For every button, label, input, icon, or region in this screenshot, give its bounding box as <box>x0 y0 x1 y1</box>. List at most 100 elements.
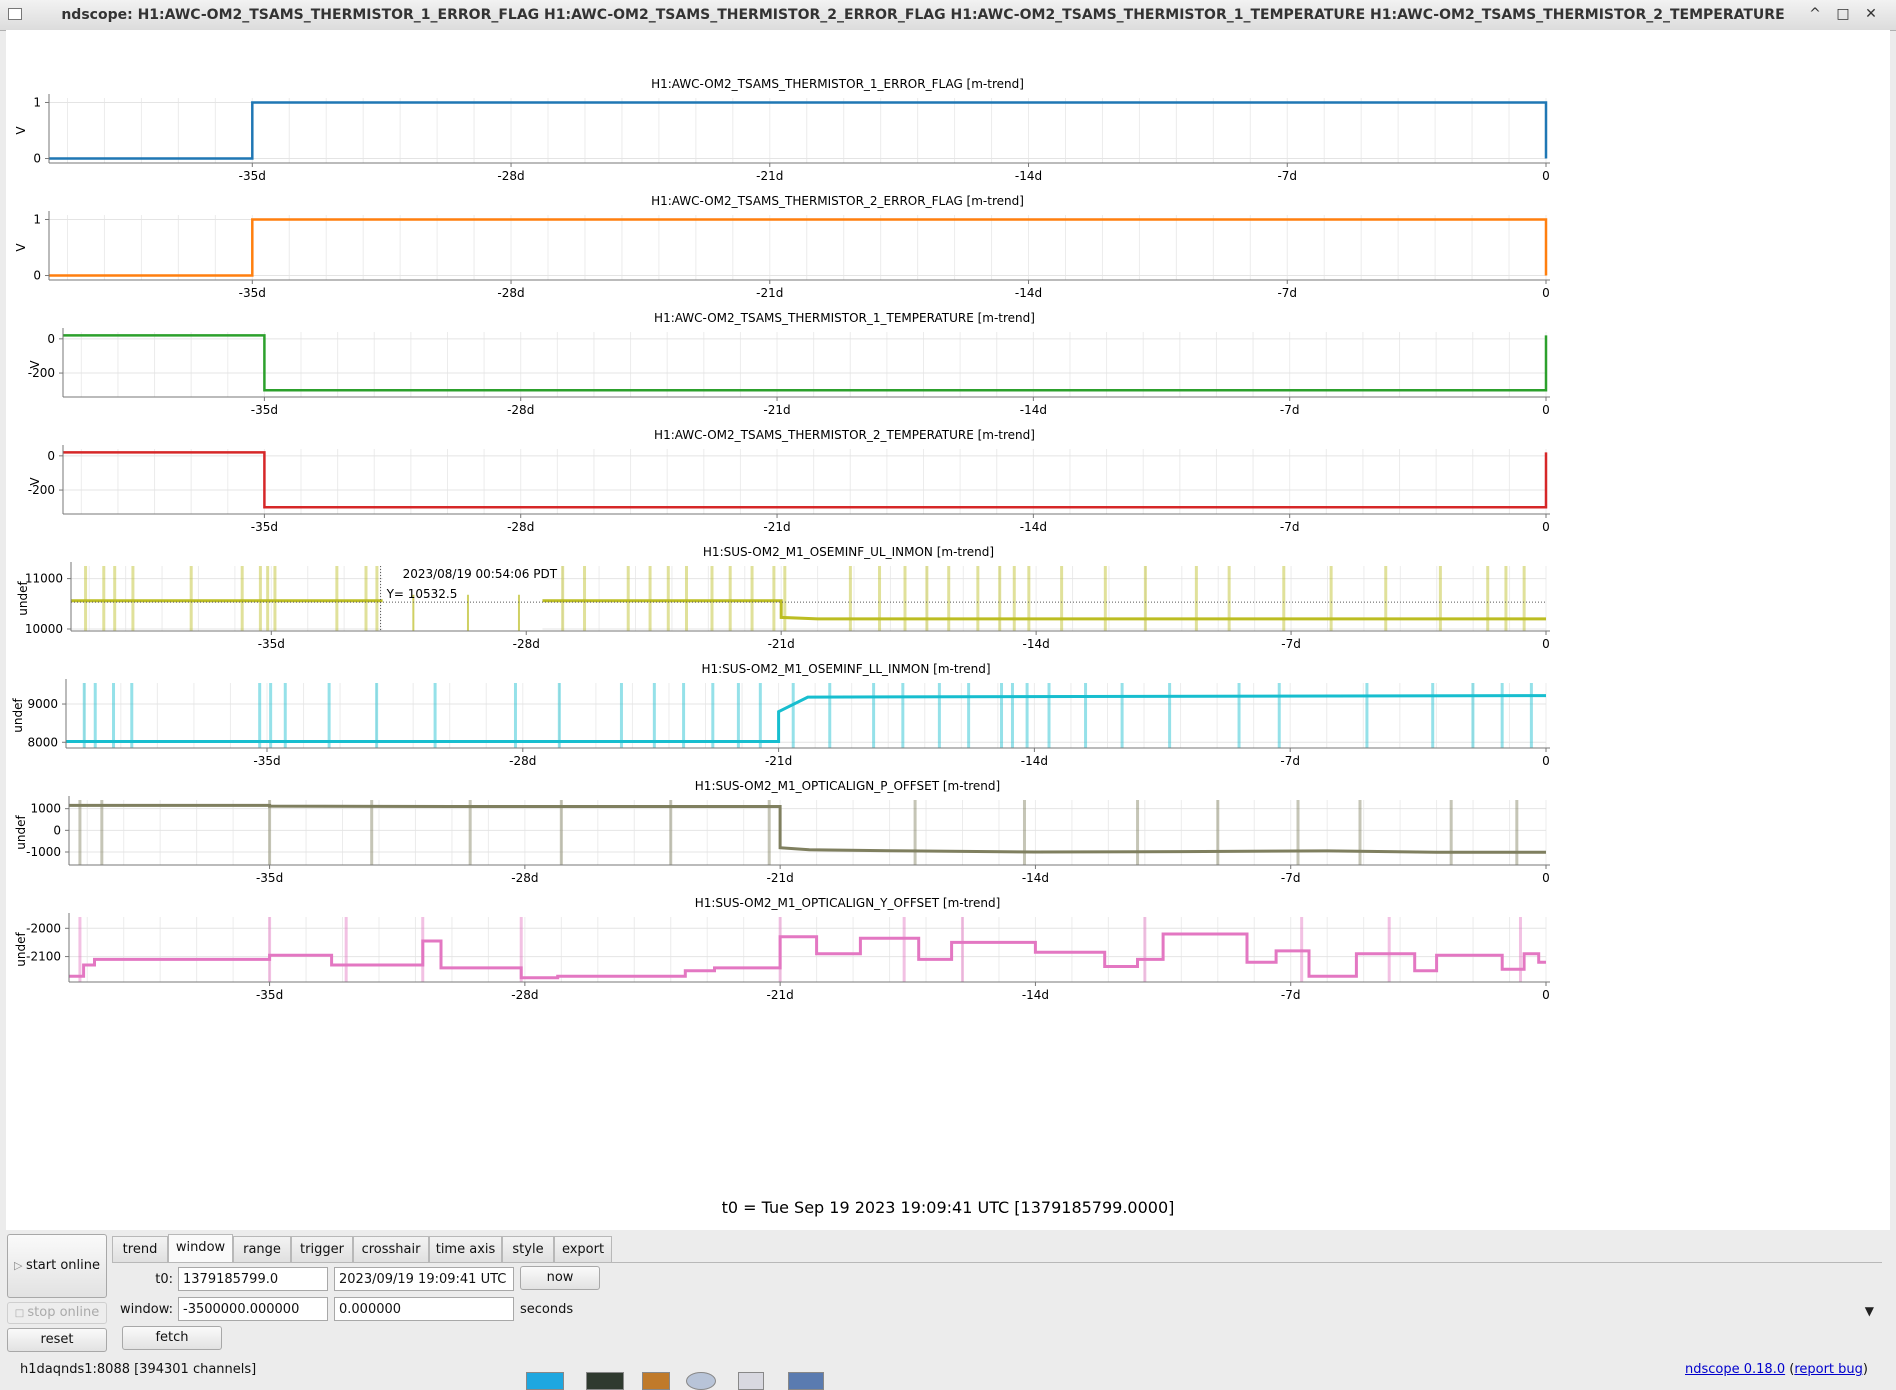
x-tick-label: 0 <box>1542 520 1550 534</box>
t0-label: t0 = Tue Sep 19 2023 19:09:41 UTC [13791… <box>721 1198 1175 1217</box>
x-tick-label: -7d <box>1281 988 1301 1002</box>
plot-title: H1:AWC-OM2_TSAMS_THERMISTOR_2_ERROR_FLAG… <box>651 194 1024 208</box>
minimize-button[interactable]: ^ <box>1806 5 1824 23</box>
tab-export[interactable]: export <box>554 1236 612 1262</box>
x-tick-label: -7d <box>1277 169 1297 183</box>
stop-online-label: stop online <box>27 1305 100 1320</box>
expand-arrow-icon[interactable]: ▼ <box>1865 1304 1874 1318</box>
series-line <box>66 694 1547 743</box>
search-icon[interactable] <box>738 1372 764 1390</box>
x-tick-label: 0 <box>1542 871 1550 885</box>
y-axis-label: undef <box>11 698 25 733</box>
browser-icon[interactable] <box>686 1372 716 1390</box>
close-button[interactable]: ✕ <box>1862 5 1880 23</box>
x-tick-label: -35d <box>251 403 278 417</box>
y-tick-label: 0 <box>47 332 55 346</box>
plot-title: H1:SUS-OM2_M1_OPTICALIGN_P_OFFSET [m-tre… <box>695 779 1000 793</box>
plot-title: H1:SUS-OM2_M1_OPTICALIGN_Y_OFFSET [m-tre… <box>695 896 1001 910</box>
window-title: ndscope: H1:AWC-OM2_TSAMS_THERMISTOR_1_E… <box>61 7 1785 23</box>
x-tick-label: -14d <box>1023 637 1050 651</box>
x-tick-label: 0 <box>1542 286 1550 300</box>
y-tick-label: 10000 <box>25 622 63 636</box>
plot-area[interactable]: H1:AWC-OM2_TSAMS_THERMISTOR_1_ERROR_FLAG… <box>6 30 1890 1230</box>
x-tick-label: -7d <box>1281 637 1301 651</box>
y-axis-label: undef <box>14 932 28 967</box>
report-bug-link[interactable]: report bug <box>1794 1362 1863 1377</box>
x-tick-label: -7d <box>1281 871 1301 885</box>
x-tick-label: -21d <box>763 403 790 417</box>
x-tick-label: -28d <box>511 988 538 1002</box>
y-axis-label: undef <box>14 815 28 850</box>
x-tick-label: -28d <box>507 403 534 417</box>
version-link[interactable]: ndscope 0.18.0 <box>1685 1362 1785 1377</box>
x-tick-label: 0 <box>1542 169 1550 183</box>
seconds-label: seconds <box>520 1302 574 1317</box>
x-tick-label: -21d <box>756 286 783 300</box>
x-tick-label: -35d <box>251 520 278 534</box>
t0-gps-input[interactable] <box>178 1267 328 1291</box>
t0-field-label: t0: <box>155 1272 173 1287</box>
x-tick-label: -35d <box>258 637 285 651</box>
reset-button[interactable]: reset <box>7 1328 107 1352</box>
plot-title: H1:AWC-OM2_TSAMS_THERMISTOR_1_ERROR_FLAG… <box>651 77 1024 91</box>
title-bar: ndscope: H1:AWC-OM2_TSAMS_THERMISTOR_1_E… <box>0 0 1896 31</box>
window-start-input[interactable] <box>178 1297 328 1321</box>
tab-range[interactable]: range <box>233 1236 291 1262</box>
series-line <box>69 932 1546 980</box>
maximize-button[interactable]: □ <box>1834 5 1852 23</box>
series-line <box>49 101 1548 160</box>
y-tick-label: 8000 <box>27 735 58 749</box>
x-tick-label: -7d <box>1280 520 1300 534</box>
taskbar-app-icon[interactable] <box>526 1372 564 1390</box>
tab-style[interactable]: style <box>502 1236 554 1262</box>
y-tick-label: 0 <box>53 823 61 837</box>
archive-icon[interactable] <box>642 1372 670 1390</box>
plot-title: H1:SUS-OM2_M1_OSEMINF_LL_INMON [m-trend] <box>701 662 990 676</box>
tab-trend[interactable]: trend <box>112 1236 168 1262</box>
server-status: h1daqnds1:8088 [394301 channels] <box>20 1362 257 1377</box>
y-tick-label: -2100 <box>26 950 61 964</box>
y-tick-label: -2000 <box>26 921 61 935</box>
series-line <box>71 599 1546 621</box>
x-tick-label: -28d <box>497 286 524 300</box>
x-tick-label: -7d <box>1280 754 1300 768</box>
x-tick-label: -35d <box>256 988 283 1002</box>
y-axis-label: undef <box>16 581 30 616</box>
y-tick-label: 0 <box>33 269 41 283</box>
start-online-button[interactable]: ▷ start online <box>7 1234 107 1298</box>
terminal-icon[interactable] <box>586 1372 624 1390</box>
y-axis-label: V <box>28 360 42 369</box>
version-info: ndscope 0.18.0 (report bug) <box>1685 1362 1868 1377</box>
t0-utc-input[interactable] <box>334 1267 514 1291</box>
x-tick-label: -35d <box>239 169 266 183</box>
x-tick-label: -14d <box>1020 520 1047 534</box>
x-tick-label: -21d <box>767 871 794 885</box>
x-tick-label: -35d <box>239 286 266 300</box>
y-tick-label: 0 <box>33 152 41 166</box>
tab-trigger[interactable]: trigger <box>291 1236 353 1262</box>
x-tick-label: -14d <box>1021 754 1048 768</box>
tab-crosshair[interactable]: crosshair <box>353 1236 429 1262</box>
x-tick-label: -21d <box>768 637 795 651</box>
y-tick-label: 0 <box>47 449 55 463</box>
folder-icon[interactable] <box>788 1372 824 1390</box>
x-tick-label: 0 <box>1542 403 1550 417</box>
tab-time-axis[interactable]: time axis <box>429 1236 502 1262</box>
x-tick-label: -7d <box>1277 286 1297 300</box>
tab-window[interactable]: window <box>168 1234 233 1263</box>
paren-open: ( <box>1785 1362 1795 1377</box>
x-tick-label: -28d <box>513 637 540 651</box>
crosshair-y-label: Y= 10532.5 <box>386 587 458 601</box>
stop-online-button[interactable]: □ stop online <box>7 1302 107 1324</box>
x-tick-label: 0 <box>1542 754 1550 768</box>
stop-icon: □ <box>14 1308 28 1319</box>
now-button[interactable]: now <box>520 1266 600 1290</box>
plots-canvas[interactable]: H1:AWC-OM2_TSAMS_THERMISTOR_1_ERROR_FLAG… <box>6 30 1890 1190</box>
plot-title: H1:SUS-OM2_M1_OSEMINF_UL_INMON [m-trend] <box>703 545 994 559</box>
fetch-button[interactable]: fetch <box>122 1326 222 1350</box>
start-online-label: start online <box>25 1258 101 1273</box>
window-end-input[interactable] <box>334 1297 514 1321</box>
series-line <box>69 803 1546 854</box>
x-tick-label: -21d <box>767 988 794 1002</box>
x-tick-label: -28d <box>497 169 524 183</box>
